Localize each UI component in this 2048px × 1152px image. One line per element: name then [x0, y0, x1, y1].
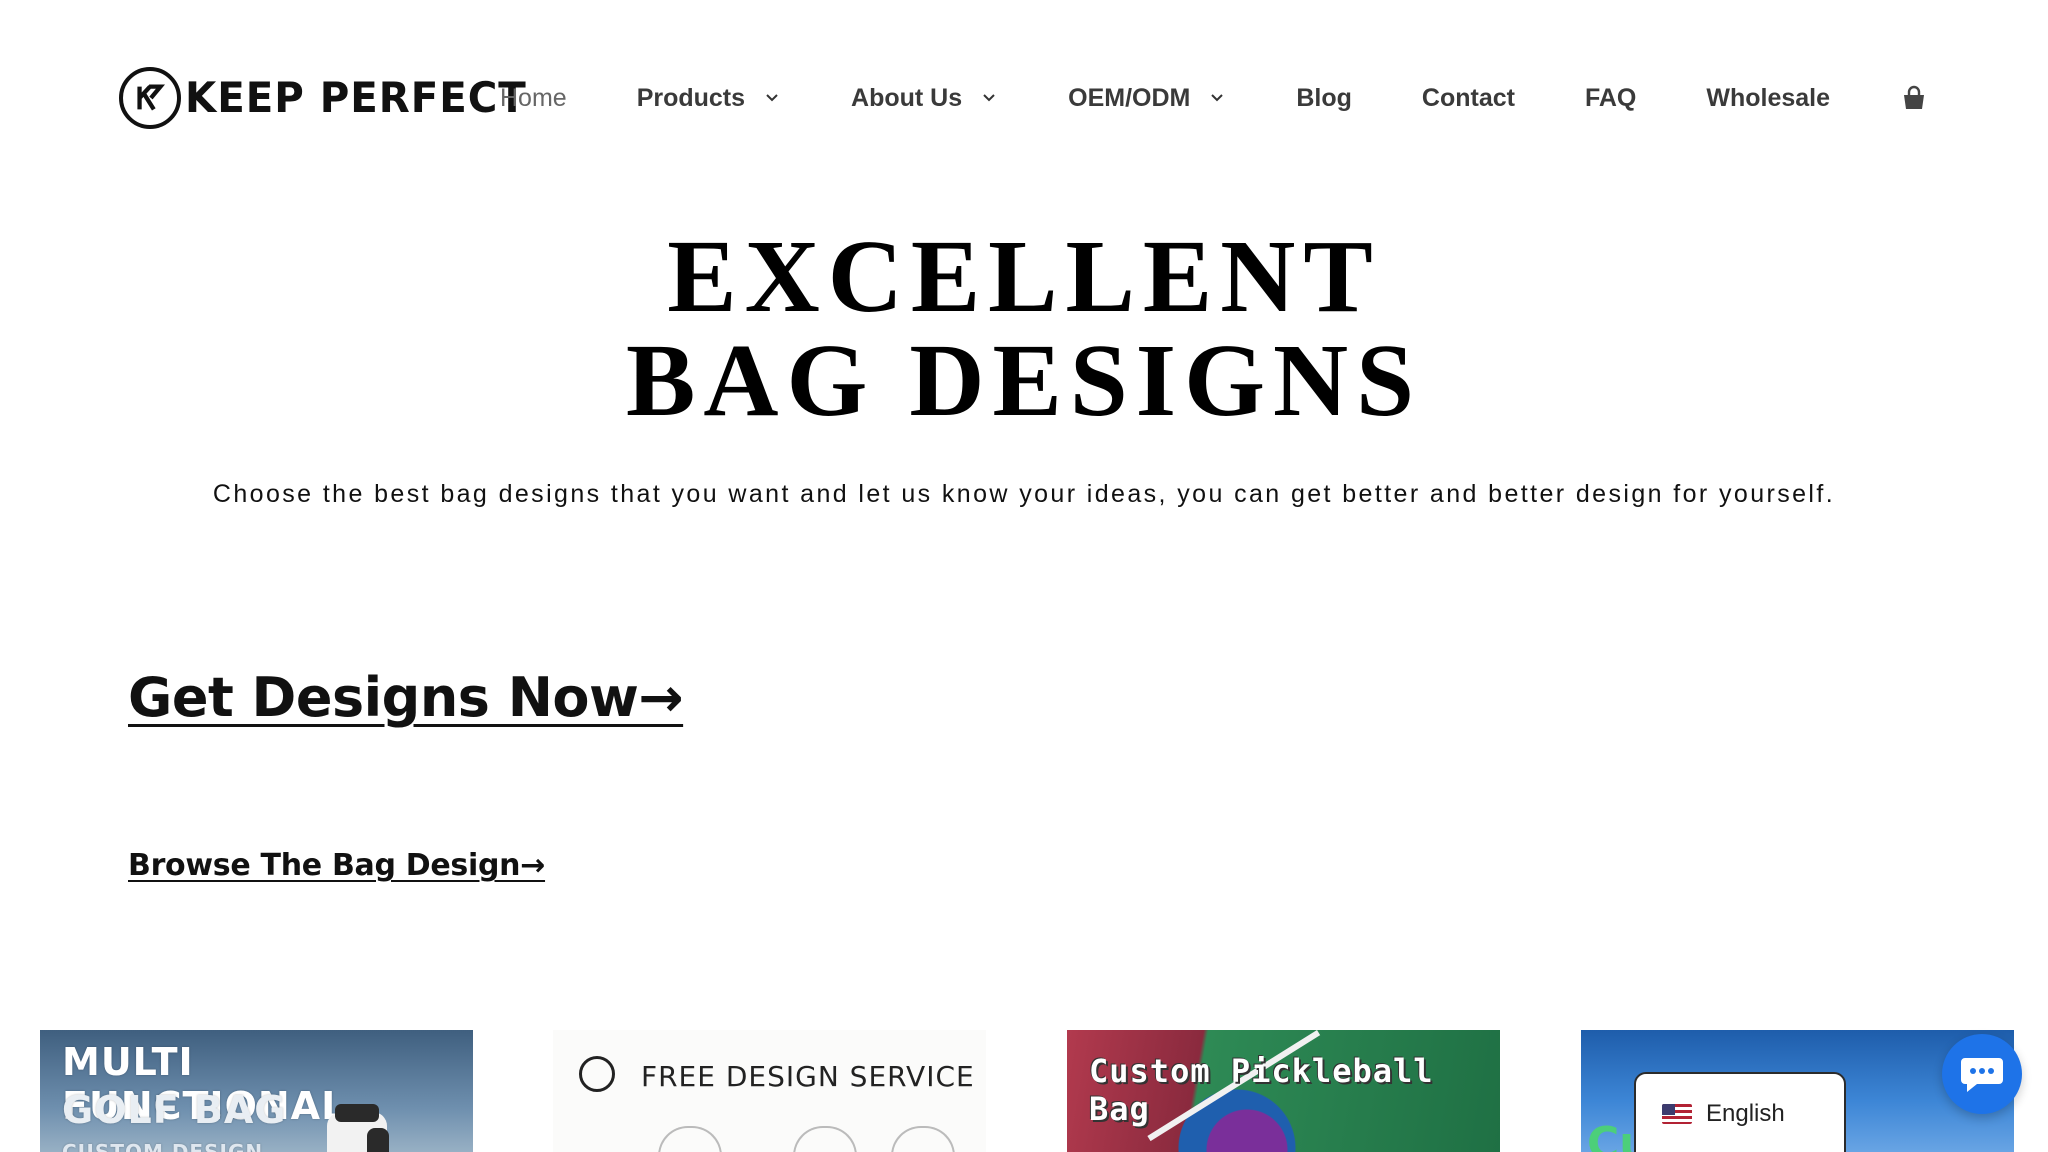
nav-wholesale-label: Wholesale	[1706, 83, 1831, 112]
card-title-line3: CUSTOM DESIGN	[62, 1140, 264, 1152]
card-title: Custom Pickleball Bag	[1089, 1052, 1434, 1128]
page: KEEP PERFECT Home Products About Us OEM/…	[0, 0, 2048, 1152]
brand-name: KEEP PERFECT	[185, 73, 527, 122]
get-designs-link[interactable]: Get Designs Now→	[128, 666, 684, 729]
chevron-down-icon	[765, 91, 779, 105]
main-nav: Home Products About Us OEM/ODM Blog Cont…	[500, 76, 1928, 120]
free-design-card[interactable]: FREE DESIGN SERVICE	[553, 1030, 986, 1152]
nav-oem-odm-label: OEM/ODM	[1068, 83, 1191, 112]
nav-about-us[interactable]: About Us	[851, 84, 996, 113]
card-title: FREE DESIGN SERVICE	[641, 1060, 975, 1093]
us-flag-icon	[1662, 1104, 1692, 1124]
card-title-line2: GOLF BAG	[62, 1088, 287, 1132]
nav-faq-label: FAQ	[1584, 83, 1637, 112]
nav-products-label: Products	[636, 83, 746, 112]
chevron-down-icon	[1210, 91, 1224, 105]
nav-faq[interactable]: FAQ	[1585, 84, 1636, 113]
bag-sketch-image	[658, 1126, 722, 1152]
nav-contact[interactable]: Contact	[1422, 84, 1515, 113]
browse-bag-design-link[interactable]: Browse The Bag Design→	[128, 848, 545, 883]
hero-subtitle: Choose the best bag designs that you wan…	[212, 480, 1836, 508]
chat-bubble-icon	[1961, 1058, 2003, 1092]
kp-monogram-icon	[579, 1056, 615, 1092]
language-label: English	[1706, 1100, 1785, 1127]
hero-title-line1: EXCELLENT	[667, 219, 1381, 334]
pickleball-bag-card[interactable]: Custom Pickleball Bag	[1067, 1030, 1500, 1152]
nav-home-label: Home	[500, 83, 567, 112]
shopping-bag-icon	[1904, 85, 1925, 109]
nav-blog-label: Blog	[1296, 83, 1352, 112]
nav-wholesale[interactable]: Wholesale	[1706, 84, 1830, 113]
nav-products[interactable]: Products	[637, 84, 779, 113]
bag-sketch-image	[793, 1126, 857, 1152]
nav-contact-label: Contact	[1421, 83, 1515, 112]
golf-bag-image	[327, 1104, 389, 1152]
nav-home[interactable]: Home	[500, 84, 567, 113]
bag-sketch-image	[891, 1126, 955, 1152]
cart-button[interactable]	[1900, 84, 1928, 112]
site-logo[interactable]: KEEP PERFECT	[119, 66, 541, 130]
language-selector[interactable]: English	[1634, 1072, 1846, 1152]
hero-title: EXCELLENT BAG DESIGNS	[0, 225, 2048, 433]
nav-about-us-label: About Us	[851, 83, 963, 112]
nav-oem-odm[interactable]: OEM/ODM	[1068, 84, 1224, 113]
site-header: KEEP PERFECT Home Products About Us OEM/…	[0, 0, 2048, 195]
kp-monogram-icon	[119, 67, 181, 129]
nav-blog[interactable]: Blog	[1296, 84, 1352, 113]
hero-title-line2: BAG DESIGNS	[626, 323, 1422, 438]
chevron-down-icon	[982, 91, 996, 105]
golf-bag-card[interactable]: MULTI FUNCTIONAL GOLF BAG CUSTOM DESIGN	[40, 1030, 473, 1152]
chat-button[interactable]	[1942, 1034, 2022, 1114]
